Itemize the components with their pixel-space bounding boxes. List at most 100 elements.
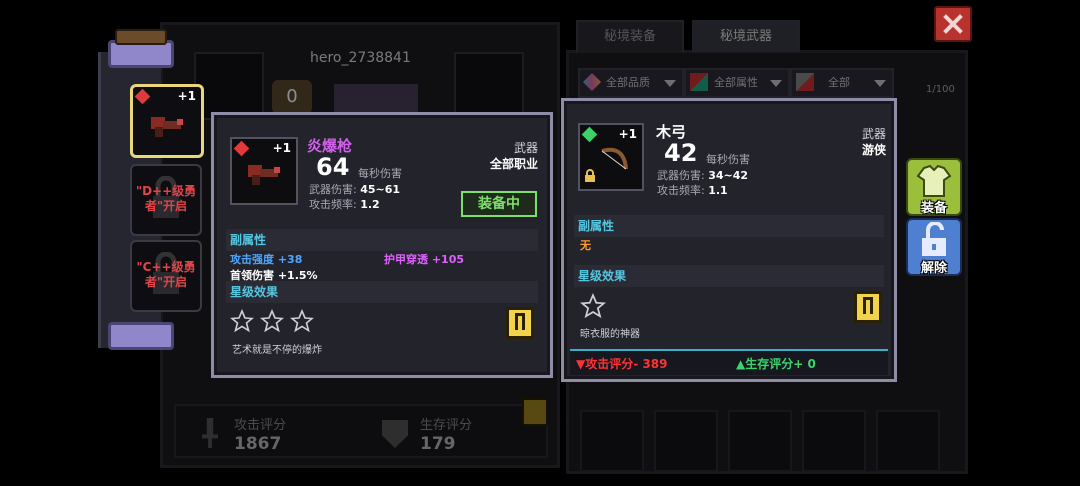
character-preview [334, 84, 418, 114]
inventory-cell[interactable] [654, 410, 718, 472]
attr-label: 护甲穿透 [384, 253, 428, 266]
inventory-capacity: 1/100 [926, 84, 955, 95]
slot-lock-text: "C++级勇者"开启 [136, 260, 196, 289]
close-button[interactable] [934, 6, 972, 42]
weapon-damage: 武器伤害: 34~42 [657, 167, 748, 183]
chevron-down-icon [770, 80, 782, 87]
attribute-icon [690, 73, 708, 91]
level-badge-value: 0 [286, 86, 298, 107]
wooden-bow-icon [601, 147, 628, 170]
attr-label: 攻击强度 [230, 253, 274, 266]
close-icon [943, 14, 963, 34]
item-icon-frame: +1 [230, 137, 298, 205]
filter-quality-label: 全部品质 [606, 76, 650, 89]
rarity-gem-icon [233, 140, 250, 157]
shirt-icon [916, 164, 952, 197]
score-info-button[interactable] [522, 398, 548, 426]
star-empty-icon [260, 309, 284, 333]
equip-slot-helmet[interactable] [194, 52, 264, 120]
attack-score-value: 1867 [234, 434, 282, 454]
unlock-icon [922, 222, 946, 256]
inventory-cell[interactable] [728, 410, 792, 472]
survival-score-value: 179 [420, 434, 456, 454]
filter-quality[interactable]: 全部品质 [578, 68, 684, 98]
weapon-slot-2-locked[interactable]: "D++级勇者"开启 [130, 164, 202, 236]
info-icon [515, 313, 525, 330]
dps-label: 每秒伤害 [706, 153, 750, 166]
star-empty-icon [290, 309, 314, 333]
attr-armor-pen: 护甲穿透 +105 [384, 251, 464, 267]
survival-score-label: 生存评分 [420, 418, 473, 433]
item-info-button[interactable] [506, 307, 534, 339]
weapon-slot-1[interactable]: +1 [130, 84, 204, 158]
attack-score-diff: ▼攻击评分- 389 [576, 357, 668, 371]
filter-type-label: 全部 [828, 76, 850, 89]
equip-button[interactable]: 装备 [906, 158, 962, 216]
item-type: 武器 [513, 141, 538, 155]
filter-type[interactable]: 全部 [790, 68, 894, 98]
flame-gun-icon [248, 165, 280, 185]
rate-value: 1.2 [360, 198, 380, 211]
star-rating [230, 309, 320, 335]
equipped-item-card: +1 炎爆枪 64 每秒伤害 武器伤害: 45~61 攻击频率: 1.2 武器 … [211, 112, 553, 378]
info-icon [863, 297, 873, 314]
dps-label: 每秒伤害 [358, 167, 402, 180]
tab-secret-weapon[interactable]: 秘境武器 [692, 20, 800, 52]
sub-attr-title: 副属性 [574, 215, 884, 237]
item-dps: 42 [664, 139, 698, 167]
equipped-badge: 装备中 [461, 191, 537, 217]
scroll-top-cap [108, 29, 174, 68]
damage-value: 34~42 [708, 169, 749, 182]
attr-attack-power: 攻击强度 +38 [230, 251, 302, 267]
rate-label: 攻击频率: [657, 184, 705, 197]
slot-lock-text: "D++级勇者"开启 [135, 184, 197, 213]
item-dps: 64 [316, 153, 350, 181]
item-info-button[interactable] [854, 291, 882, 323]
scroll-bottom-cap [108, 322, 174, 350]
star-title: 星级效果 [226, 281, 538, 303]
attack-rate: 攻击频率: 1.1 [657, 182, 728, 198]
inventory-cell[interactable] [802, 410, 866, 472]
flavor-text: 艺术就是不停的爆炸 [232, 345, 322, 356]
star-empty-icon [580, 293, 606, 319]
attack-score-label: 攻击评分 [234, 418, 287, 433]
attr-value: +38 [277, 253, 303, 266]
player-name: hero_2738841 [310, 50, 411, 66]
score-bar [174, 404, 548, 458]
small-lock-icon [585, 169, 595, 182]
filter-attribute-label: 全部属性 [714, 76, 758, 89]
unequip-label: 解除 [920, 261, 947, 276]
quality-icon [582, 72, 602, 92]
rate-label: 攻击频率: [309, 198, 357, 211]
weapon-type-icon [796, 73, 814, 91]
damage-label: 武器伤害: [309, 183, 357, 196]
chevron-down-icon [664, 80, 676, 87]
weapon-slot-3-locked[interactable]: "C++级勇者"开启 [130, 240, 202, 312]
weapon-damage: 武器伤害: 45~61 [309, 181, 400, 197]
unequip-button[interactable]: 解除 [906, 218, 962, 276]
level-badge: 0 [272, 80, 312, 114]
attack-rate: 攻击频率: 1.2 [309, 196, 380, 212]
item-plus: +1 [618, 127, 637, 141]
equip-label: 装备 [920, 201, 947, 216]
tab-secret-equipment[interactable]: 秘境装备 [576, 20, 684, 52]
item-class: 全部职业 [489, 157, 538, 171]
damage-value: 45~61 [360, 183, 401, 196]
item-icon-frame: +1 [578, 123, 644, 191]
compare-item-card: +1 木弓 42 每秒伤害 武器伤害: 34~42 攻击频率: 1.1 武器 游… [561, 98, 897, 382]
equip-slot-armor[interactable] [454, 52, 524, 120]
flame-gun-icon [151, 117, 183, 137]
survival-score-diff: ▲生存评分+ 0 [736, 357, 816, 371]
star-empty-icon [230, 309, 254, 333]
sub-attr-none: 无 [580, 239, 591, 252]
item-plus: +1 [272, 141, 291, 155]
filter-attribute[interactable]: 全部属性 [684, 68, 790, 98]
star-title: 星级效果 [574, 265, 884, 287]
item-type: 武器 [861, 127, 886, 141]
sub-attr-title: 副属性 [226, 229, 538, 251]
inventory-cell[interactable] [580, 410, 644, 472]
item-class: 游侠 [861, 143, 886, 157]
rarity-gem-icon [134, 88, 151, 105]
inventory-cell[interactable] [876, 410, 940, 472]
flavor-text: 晾衣服的神器 [580, 329, 640, 340]
